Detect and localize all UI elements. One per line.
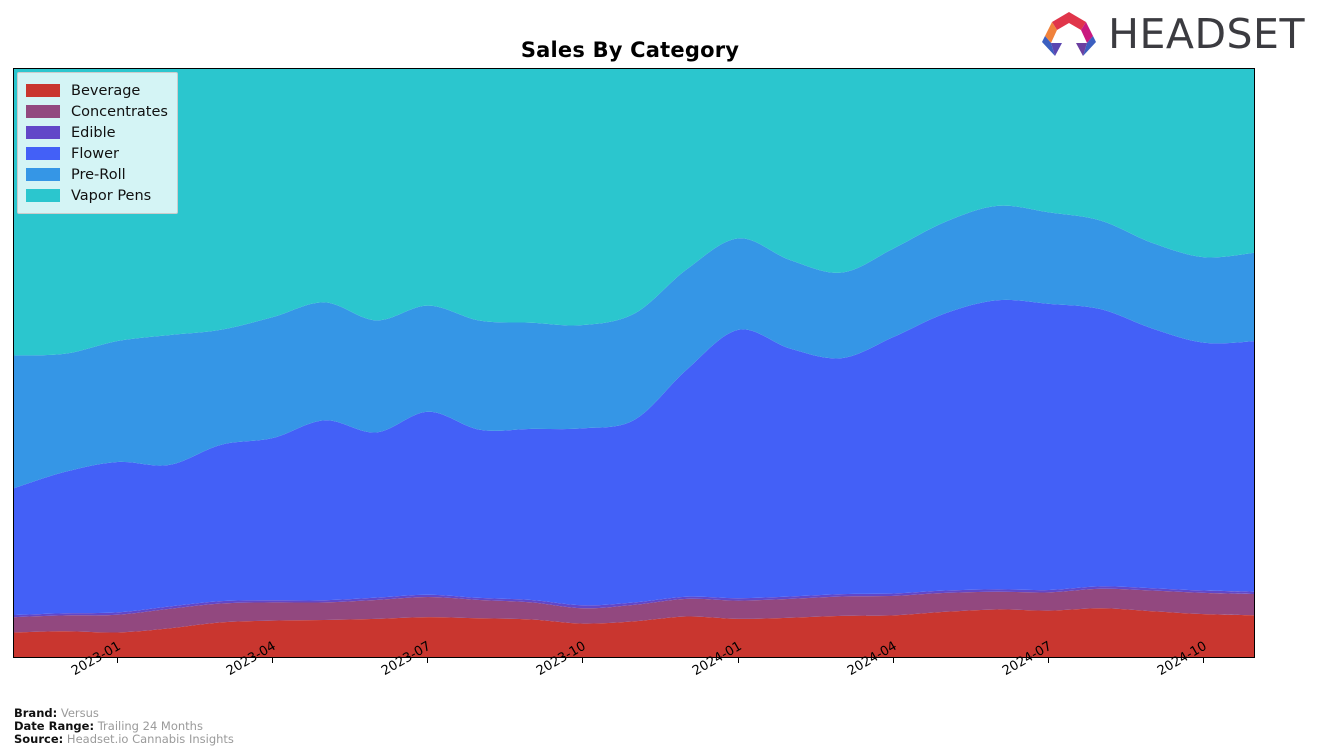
legend-item-edible[interactable]: Edible [26, 122, 168, 143]
chart-legend: Beverage Concentrates Edible Flower Pre-Roll… [17, 72, 178, 214]
legend-swatch-icon [26, 105, 60, 118]
legend-swatch-icon [26, 126, 60, 139]
legend-item-label: Edible [71, 124, 116, 141]
chart-page: Sales By Category HEADSET Beverage Concen… [0, 0, 1317, 748]
x-axis-tick-mark [116, 658, 118, 663]
x-axis-tick-mark [1048, 658, 1049, 663]
stacked-area-chart [14, 69, 1254, 657]
legend-item-label: Flower [71, 145, 119, 162]
legend-item-concentrates[interactable]: Concentrates [26, 101, 168, 122]
legend-item-flower[interactable]: Flower [26, 143, 168, 164]
x-axis-tick-mark [582, 658, 584, 663]
headset-logo-text: HEADSET [1108, 9, 1305, 58]
footer-source-label: Source: [14, 732, 64, 747]
legend-item-label: Beverage [71, 82, 141, 99]
legend-item-vapor-pens[interactable]: Vapor Pens [26, 185, 168, 206]
x-axis-tick-mark [271, 658, 273, 663]
legend-item-label: Pre-Roll [71, 166, 126, 183]
legend-swatch-icon [26, 168, 60, 181]
x-axis-tick-mark [1203, 658, 1205, 663]
footer-source-value: Headset.io Cannabis Insights [66, 732, 234, 747]
x-axis-tick-mark [892, 658, 894, 663]
footer-brand-label: Brand: [14, 706, 58, 720]
chart-footer: Brand: Versus Date Range: Trailing 24 Mo… [14, 706, 234, 747]
chart-plot-area [13, 68, 1255, 658]
headset-logo-icon [1042, 12, 1097, 56]
legend-item-label: Vapor Pens [71, 187, 152, 204]
footer-daterange-label: Date Range: [14, 719, 95, 734]
x-axis-tick-mark [737, 658, 739, 663]
headset-logo: HEADSET [1038, 10, 1305, 58]
footer-source-row: Source: Headset.io Cannabis Insights [14, 733, 234, 746]
legend-swatch-icon [26, 189, 60, 202]
legend-item-label: Concentrates [71, 103, 168, 120]
footer-brand-value: Versus [60, 706, 99, 720]
legend-item-beverage[interactable]: Beverage [26, 80, 168, 101]
legend-swatch-icon [26, 147, 60, 160]
legend-swatch-icon [26, 84, 60, 97]
x-axis-tick-mark [427, 658, 428, 663]
footer-daterange-value: Trailing 24 Months [97, 719, 203, 734]
legend-item-pre-roll[interactable]: Pre-Roll [26, 164, 168, 185]
